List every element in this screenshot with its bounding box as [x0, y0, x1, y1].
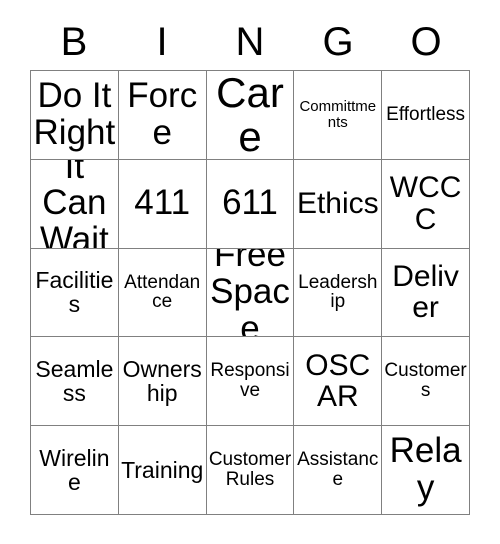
bingo-cell[interactable]: 411 [118, 159, 207, 249]
bingo-cell-label: Effortless [386, 103, 466, 125]
bingo-cell[interactable]: Do It Right [31, 71, 119, 160]
bingo-cell[interactable]: Deliver [382, 248, 470, 338]
bingo-header-row: B I N G O [30, 14, 470, 70]
bingo-cell[interactable]: Wireline [31, 426, 119, 515]
bingo-cell[interactable]: Customers [382, 337, 470, 427]
bingo-cell-label: Force [127, 76, 198, 152]
bingo-cell[interactable]: It Can Wait [31, 159, 119, 249]
bingo-cell[interactable]: Customer Rules [206, 426, 295, 515]
bingo-cell-label: Ownership [122, 356, 202, 407]
bingo-card: B I N G O Do It Right Force Care Committ… [30, 14, 470, 515]
bingo-cell[interactable]: Care [206, 71, 295, 160]
bingo-cell[interactable]: Force [118, 71, 207, 160]
bingo-header-letter-b: B [60, 20, 88, 64]
bingo-cell-label: Free Space [210, 248, 290, 338]
bingo-cell-label: Customer Rules [208, 449, 292, 491]
bingo-cell[interactable]: OSCAR [294, 337, 383, 427]
bingo-header-letter-n: N [235, 20, 265, 64]
bingo-cell[interactable]: Effortless [382, 71, 470, 160]
bingo-cell[interactable]: Attendance [118, 248, 207, 338]
bingo-cell-label: Training [121, 457, 204, 484]
bingo-cell-label: It Can Wait [40, 159, 109, 249]
bingo-cell-label: Responsive [210, 360, 290, 402]
bingo-cell[interactable]: Relay [382, 426, 470, 515]
bingo-header-letter-g: G [322, 20, 354, 64]
bingo-cell-label: 611 [222, 183, 278, 223]
bingo-cell[interactable]: Ethics [294, 159, 383, 249]
bingo-cell-label: Attendance [124, 271, 201, 313]
bingo-cell-free-space[interactable]: Free Space [206, 248, 295, 338]
bingo-cell-label: Customers [384, 360, 467, 402]
bingo-cell-label: Assistance [297, 449, 379, 491]
bingo-cell[interactable]: Responsive [206, 337, 295, 427]
bingo-cell-label: Deliver [392, 259, 459, 325]
bingo-cell[interactable]: Facilities [31, 248, 119, 338]
bingo-cell[interactable]: Seamless [31, 337, 119, 427]
bingo-header-letter-o: O [410, 20, 442, 64]
bingo-cell[interactable]: Training [118, 426, 207, 515]
bingo-cell-label: 411 [134, 183, 191, 223]
bingo-cell[interactable]: 611 [206, 159, 295, 249]
bingo-cell-label: Ethics [296, 186, 379, 220]
bingo-cell[interactable]: Leadership [294, 248, 383, 338]
bingo-cell[interactable]: Assistance [294, 426, 383, 515]
bingo-cell[interactable]: Committments [294, 71, 383, 160]
bingo-cell[interactable]: Ownership [118, 337, 207, 427]
bingo-cell-label: OSCAR [305, 348, 371, 414]
bingo-grid: Do It Right Force Care Committments Effo… [30, 70, 470, 515]
bingo-cell-label: WCCC [389, 171, 462, 236]
bingo-cell-label: Wireline [39, 444, 110, 496]
bingo-cell[interactable]: WCCC [382, 159, 470, 249]
bingo-header-letter-i: I [156, 20, 168, 64]
bingo-cell-label: Committments [299, 98, 377, 131]
bingo-cell-label: Leadership [298, 271, 378, 313]
bingo-cell-label: Relay [389, 431, 462, 508]
bingo-cell-label: Seamless [35, 356, 114, 407]
bingo-cell-label: Facilities [35, 267, 114, 318]
bingo-cell-label: Do It Right [33, 76, 116, 152]
bingo-cell-label: Care [216, 71, 284, 160]
